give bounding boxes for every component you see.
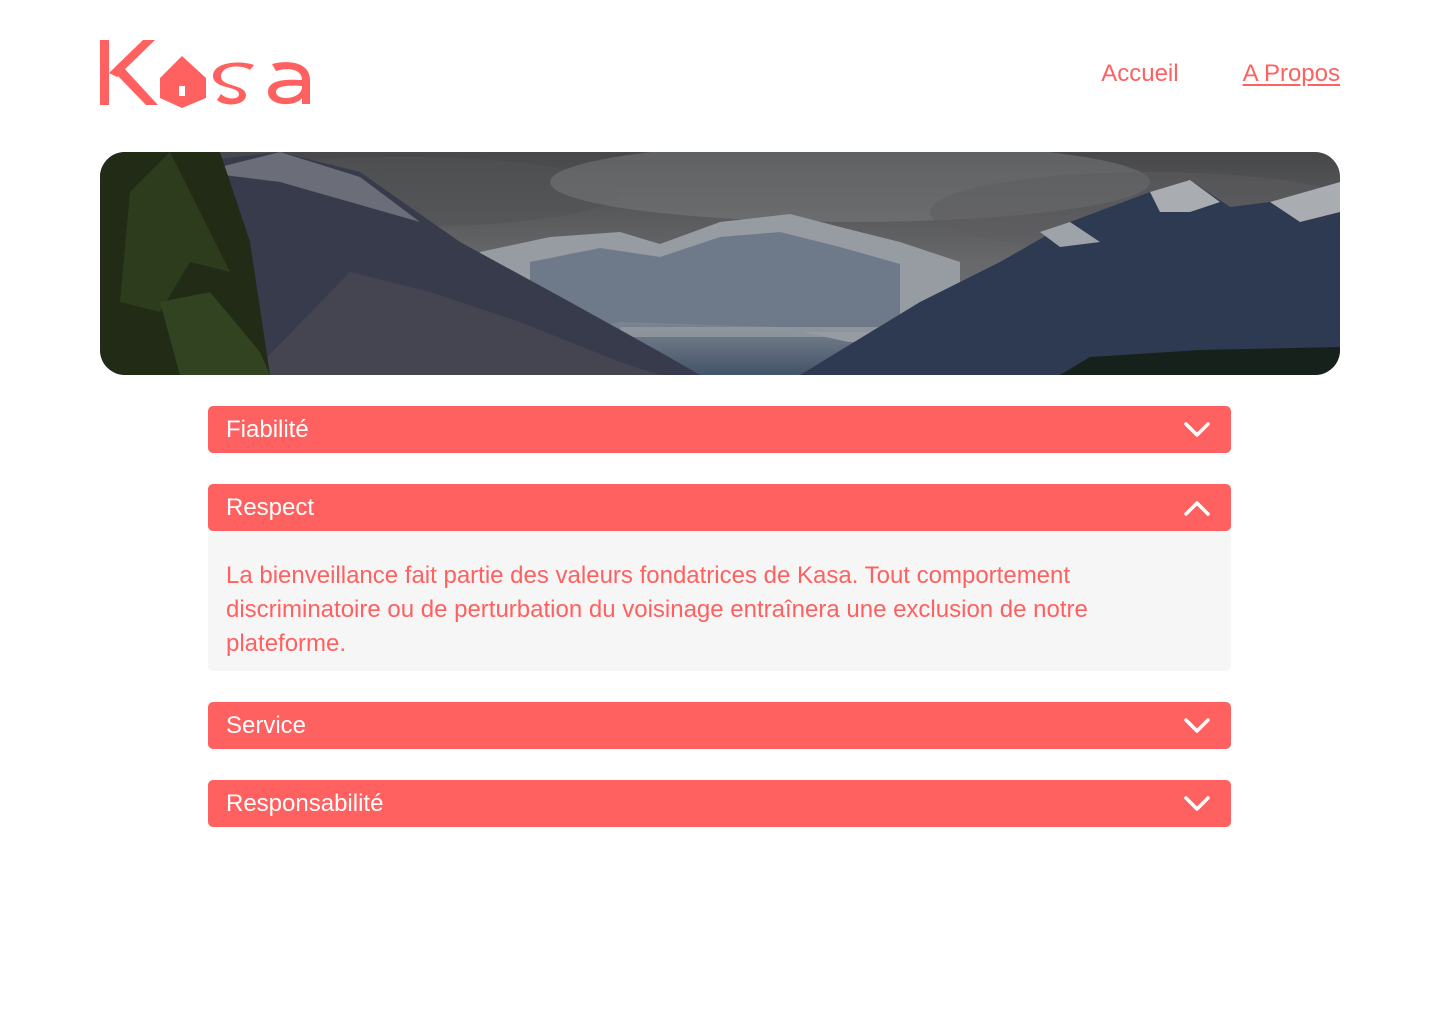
kasa-logo[interactable] <box>100 40 315 110</box>
chevron-down-icon[interactable] <box>1181 710 1213 742</box>
collapse-header-responsabilite[interactable]: Responsabilité <box>208 780 1231 827</box>
collapse-responsabilite: Responsabilité <box>208 780 1231 827</box>
chevron-down-icon[interactable] <box>1181 414 1213 446</box>
chevron-down-icon[interactable] <box>1181 788 1213 820</box>
collapse-title: Respect <box>226 494 315 521</box>
collapse-header-service[interactable]: Service <box>208 702 1231 749</box>
chevron-up-icon[interactable] <box>1181 492 1213 524</box>
collapse-body-respect: La bienveillance fait partie des valeurs… <box>208 525 1231 671</box>
collapse-service: Service <box>208 702 1231 749</box>
collapse-header-fiabilite[interactable]: Fiabilité <box>208 406 1231 453</box>
collapse-respect: Respect La bienveillance fait partie des… <box>208 484 1231 671</box>
collapse-fiabilite: Fiabilité <box>208 406 1231 453</box>
collapse-header-respect[interactable]: Respect <box>208 484 1231 531</box>
nav-link-accueil[interactable]: Accueil <box>1101 58 1178 90</box>
main-nav: Accueil A Propos <box>1101 58 1340 90</box>
collapse-title: Responsabilité <box>226 790 384 817</box>
nav-link-a-propos[interactable]: A Propos <box>1243 58 1340 90</box>
collapse-title: Fiabilité <box>226 416 309 443</box>
site-header: Accueil A Propos <box>100 40 1340 110</box>
collapse-title: Service <box>226 712 307 739</box>
about-banner-image <box>100 152 1340 375</box>
values-collapse-list: Fiabilité Respect La bienveillance fait … <box>208 406 1231 858</box>
